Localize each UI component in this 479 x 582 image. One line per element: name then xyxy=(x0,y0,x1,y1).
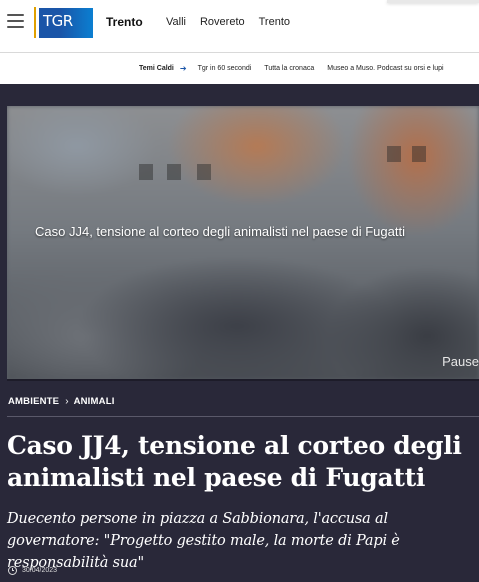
arrow-right-icon: ➔ xyxy=(179,64,187,73)
tgr-logo[interactable]: TGR xyxy=(39,8,93,38)
clock-icon xyxy=(8,566,17,575)
article-headline: Caso JJ4, tensione al corteo degli anima… xyxy=(7,431,462,492)
video-progress-track[interactable] xyxy=(7,379,479,381)
video-player[interactable]: Caso JJ4, tensione al corteo degli anima… xyxy=(7,106,479,380)
article-subtitle: Duecento persone in piazza a Sabbionara,… xyxy=(7,511,400,571)
video-caption: Caso JJ4, tensione al corteo degli anima… xyxy=(35,224,405,239)
building-window xyxy=(412,146,426,162)
video-frame xyxy=(7,106,479,380)
chevron-right-icon: › xyxy=(65,396,69,407)
topic-link[interactable]: Tutta la cronaca xyxy=(264,65,314,72)
nav-item-valli[interactable]: Valli xyxy=(166,16,186,28)
nav-item-rovereto[interactable]: Rovereto xyxy=(200,16,245,28)
divider xyxy=(7,416,479,417)
breadcrumb: AMBIENTE › ANIMALI xyxy=(8,396,115,407)
building-window xyxy=(139,164,153,180)
topics-bar: Temi Caldi ➔ Tgr in 60 secondi Tutta la … xyxy=(0,54,479,84)
region-nav: Valli Rovereto Trento xyxy=(166,16,290,28)
site-header: TGR Trento Valli Rovereto Trento xyxy=(0,0,479,53)
menu-icon[interactable] xyxy=(7,14,24,28)
topic-link[interactable]: Museo a Muso. Podcast su orsi e lupi xyxy=(327,65,443,72)
publish-date: 30/04/2023 xyxy=(8,566,57,575)
building-window xyxy=(197,164,211,180)
region-title[interactable]: Trento xyxy=(106,15,143,29)
nav-item-trento[interactable]: Trento xyxy=(259,16,290,28)
article-section: Caso JJ4, tensione al corteo degli anima… xyxy=(0,84,479,582)
header-edge xyxy=(387,0,479,3)
logo-divider xyxy=(34,7,36,38)
building-window xyxy=(387,146,401,162)
date-text: 30/04/2023 xyxy=(22,567,58,574)
breadcrumb-item-ambiente[interactable]: AMBIENTE xyxy=(8,396,59,407)
topic-link[interactable]: Tgr in 60 secondi xyxy=(198,65,252,72)
topics-lead: Temi Caldi xyxy=(139,65,174,72)
breadcrumb-item-animali[interactable]: ANIMALI xyxy=(74,396,115,407)
pause-button[interactable]: Pause xyxy=(442,354,479,369)
building-window xyxy=(167,164,181,180)
